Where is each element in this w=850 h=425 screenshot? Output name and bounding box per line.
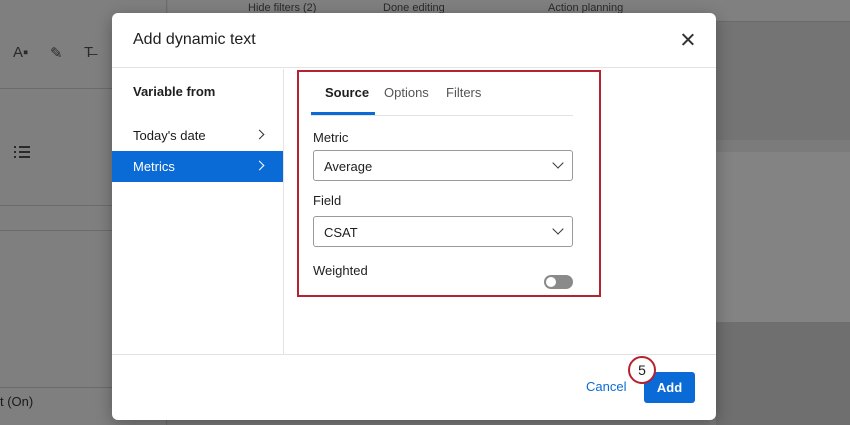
chevron-right-icon <box>254 160 265 171</box>
metric-label: Metric <box>313 130 349 145</box>
field-value: CSAT <box>324 225 358 240</box>
weighted-label: Weighted <box>313 263 368 278</box>
sidebar-item-label: Today's date <box>133 128 206 143</box>
list-icon <box>14 146 30 160</box>
chevron-down-icon <box>552 157 564 169</box>
active-tab-indicator <box>311 112 375 115</box>
add-dynamic-text-dialog: Add dynamic text Variable from Today's d… <box>112 13 716 420</box>
background-status-text: t (On) <box>0 394 34 409</box>
sidebar-item-label: Metrics <box>133 159 175 174</box>
dialog-title: Add dynamic text <box>133 31 256 48</box>
variable-source-sidebar: Variable from Today's date Metrics <box>112 69 284 354</box>
footer-divider <box>112 354 716 355</box>
toggle-knob <box>545 276 557 288</box>
close-icon[interactable] <box>678 30 698 50</box>
tab-source[interactable]: Source <box>325 85 369 100</box>
cancel-button[interactable]: Cancel <box>586 379 626 394</box>
metric-value: Average <box>324 159 373 174</box>
text-color-icon: A▪ <box>13 44 29 61</box>
chevron-right-icon <box>254 129 265 140</box>
chevron-down-icon <box>552 223 564 235</box>
background-band-bottom <box>716 322 850 425</box>
dialog-header: Add dynamic text <box>112 13 716 68</box>
settings-tabs: Source Options Filters <box>311 72 573 116</box>
background-card <box>716 152 850 322</box>
sidebar-heading: Variable from <box>133 84 216 99</box>
tab-filters[interactable]: Filters <box>446 85 481 100</box>
sidebar-item-todays-date[interactable]: Today's date <box>112 120 283 151</box>
weighted-toggle[interactable] <box>544 275 573 289</box>
background-band <box>716 22 850 140</box>
tab-options[interactable]: Options <box>384 85 429 100</box>
metric-select[interactable]: Average <box>313 150 573 181</box>
source-settings-panel: Source Options Filters Metric Average Fi… <box>297 70 601 297</box>
clear-format-icon: T̶ <box>84 44 94 61</box>
field-select[interactable]: CSAT <box>313 216 573 247</box>
highlight-icon: ✎ <box>50 45 63 62</box>
sidebar-item-metrics[interactable]: Metrics <box>112 151 283 182</box>
field-label: Field <box>313 193 342 208</box>
step-number-badge: 5 <box>628 356 656 384</box>
